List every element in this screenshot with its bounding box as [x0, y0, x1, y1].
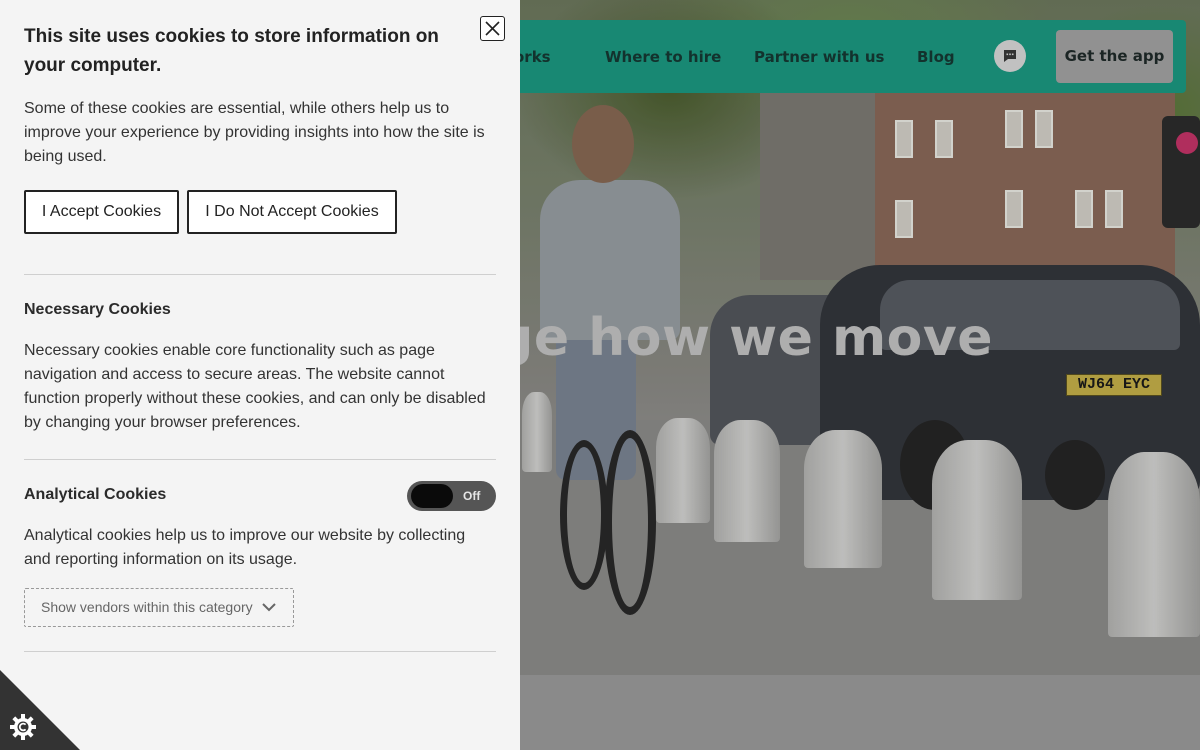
- show-vendors-label: Show vendors within this category: [41, 599, 253, 615]
- close-button[interactable]: [480, 16, 505, 41]
- toggle-knob: [411, 484, 453, 508]
- cookie-panel-intro: Some of these cookies are essential, whi…: [24, 100, 485, 165]
- necessary-cookies-title: Necessary Cookies: [24, 301, 171, 318]
- analytical-cookies-toggle[interactable]: Off: [407, 481, 496, 511]
- divider: [24, 274, 496, 275]
- toggle-state-label: Off: [463, 489, 481, 503]
- close-icon: [485, 21, 500, 36]
- cookie-consent-panel: This site uses cookies to store informat…: [0, 0, 520, 750]
- cookie-settings-icon: [10, 714, 36, 740]
- chevron-down-icon: [262, 603, 276, 612]
- reject-cookies-button[interactable]: I Do Not Accept Cookies: [187, 190, 397, 234]
- accept-cookies-button[interactable]: I Accept Cookies: [24, 190, 179, 234]
- divider: [24, 459, 496, 460]
- analytical-cookies-title: Analytical Cookies: [24, 486, 167, 503]
- necessary-cookies-text: Necessary cookies enable core functional…: [24, 342, 486, 431]
- divider: [24, 651, 496, 652]
- cookie-panel-title: This site uses cookies to store informat…: [24, 26, 439, 76]
- show-vendors-button[interactable]: Show vendors within this category: [24, 588, 294, 627]
- analytical-cookies-text: Analytical cookies help us to improve ou…: [24, 527, 466, 568]
